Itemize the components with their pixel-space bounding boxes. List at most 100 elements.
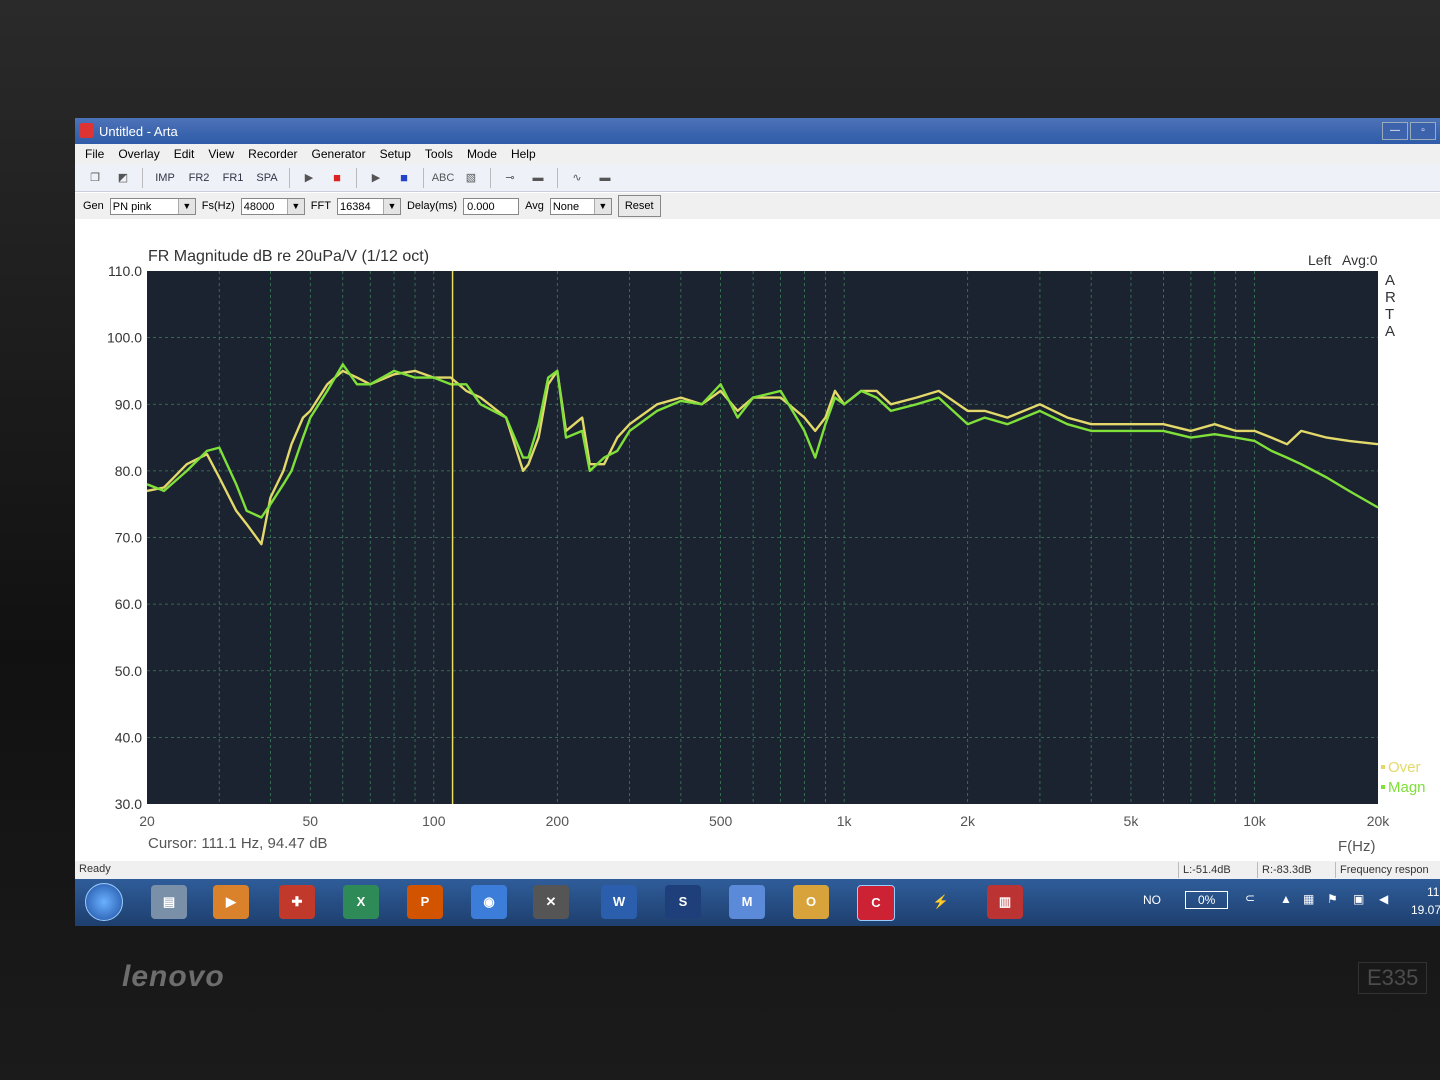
laptop-brand-logo: lenovo [122, 960, 225, 993]
y-tick-label: 70.0 [115, 530, 142, 546]
play-icon[interactable]: ▶ [364, 168, 388, 188]
legend-label-magn: Magn [1388, 779, 1426, 796]
fs-label: Fs(Hz) [201, 200, 235, 212]
file-manager-icon[interactable]: ▤ [151, 885, 187, 919]
frequency-response-chart[interactable]: FR Magnitude dB re 20uPa/V (1/12 oct) Le… [75, 221, 1440, 861]
media-center-icon[interactable]: ◉ [471, 885, 507, 919]
xa-app-icon[interactable]: ✕ [533, 885, 569, 919]
x-tick-label: 500 [709, 813, 733, 829]
minimize-button[interactable]: — [1382, 122, 1408, 140]
language-indicator[interactable]: NO [1143, 893, 1161, 907]
delay-input[interactable]: 0.000 [463, 197, 520, 215]
fft-select[interactable]: 16384 ▼ [336, 197, 401, 215]
x-axis-ticks: 20 50 100 200 500 1k 2k 5k 10k 20k [139, 813, 1390, 829]
toolbar-separator [289, 167, 290, 188]
clock-time[interactable]: 11 [1427, 885, 1439, 899]
avg-count-label: Avg:0 [1342, 252, 1378, 268]
toolbar: ❐ ◩ IMP FR2 FR1 SPA ▶ ■ ▶ ■ ABC ▧ ⊸ ▬ ∿ … [75, 164, 1440, 192]
probe-icon[interactable]: ⊸ [498, 168, 522, 188]
battery-indicator[interactable]: 0% [1185, 891, 1229, 909]
record-play-icon[interactable]: ▶ [297, 168, 321, 188]
screen: Untitled - Arta — ▫ File Overlay Edit Vi… [75, 118, 1440, 926]
imp-mode-button[interactable]: IMP [150, 168, 180, 188]
menu-overlay[interactable]: Overlay [118, 147, 159, 161]
menu-generator[interactable]: Generator [312, 147, 366, 161]
cursor-readout: Cursor: 111.1 Hz, 94.47 dB [148, 835, 328, 852]
fr2-mode-button[interactable]: FR2 [184, 168, 214, 188]
x-tick-label: 20k [1367, 813, 1391, 829]
start-button[interactable] [85, 883, 123, 921]
steps-app-icon[interactable]: ▥ [987, 885, 1023, 919]
fs-select[interactable]: 48000 ▼ [240, 197, 305, 215]
menu-edit[interactable]: Edit [174, 147, 195, 161]
x-tick-label: 5k [1124, 813, 1140, 829]
waveform-icon[interactable]: ∿ [565, 168, 589, 188]
meter-icon[interactable]: ▬ [593, 168, 617, 188]
y-tick-label: 50.0 [115, 663, 142, 679]
y-tick-label: 80.0 [115, 463, 142, 479]
legend-swatch-magn [1381, 785, 1385, 789]
x-tick-label: 100 [422, 813, 446, 829]
network-icon[interactable]: ▦ [1303, 892, 1314, 906]
y-tick-label: 90.0 [115, 396, 142, 412]
maxthon-icon[interactable]: M [729, 885, 765, 919]
stop-red-icon[interactable]: ■ [325, 168, 349, 188]
excel-icon[interactable]: X [343, 885, 379, 919]
security-icon[interactable]: ▣ [1353, 892, 1364, 906]
edit-icon[interactable]: ◩ [111, 168, 135, 188]
generator-value: PN pink [112, 200, 152, 213]
menu-help[interactable]: Help [511, 147, 536, 161]
stop-blue-icon[interactable]: ■ [392, 168, 416, 188]
lightning-icon[interactable]: ⚡ [923, 885, 959, 919]
window-title: Untitled - Arta [99, 124, 178, 139]
device-icon[interactable]: ▬ [526, 168, 550, 188]
menu-recorder[interactable]: Recorder [248, 147, 297, 161]
x-axis-label: F(Hz) [1338, 838, 1376, 855]
arta-side-label: ARTA [1385, 272, 1396, 340]
volume-icon[interactable]: ◀ [1379, 892, 1388, 906]
grid-icon[interactable]: ▧ [459, 168, 483, 188]
generator-select[interactable]: PN pink ▼ [109, 197, 196, 215]
tray-expand-icon[interactable]: ▲ [1280, 892, 1292, 906]
media-player-icon[interactable]: ▶ [213, 885, 249, 919]
chevron-down-icon: ▼ [593, 198, 611, 214]
delay-label: Delay(ms) [406, 200, 458, 212]
power-icon[interactable]: ⊂ [1245, 891, 1255, 905]
chart-title: FR Magnitude dB re 20uPa/V (1/12 oct) [148, 248, 429, 265]
y-tick-label: 30.0 [115, 796, 142, 812]
title-bar: Untitled - Arta — ▫ [75, 118, 1440, 144]
spa-mode-button[interactable]: SPA [252, 168, 282, 188]
menu-view[interactable]: View [208, 147, 234, 161]
side-label-letter: A [1385, 272, 1395, 289]
reset-button[interactable]: Reset [617, 195, 661, 217]
outlook-icon[interactable]: O [793, 885, 829, 919]
menu-setup[interactable]: Setup [380, 147, 411, 161]
y-axis-ticks: 30.0 40.0 50.0 60.0 70.0 80.0 90.0 100.0 110.0 [107, 263, 142, 812]
fr1-mode-button[interactable]: FR1 [218, 168, 248, 188]
maximize-button[interactable]: ▫ [1410, 122, 1436, 140]
arta-app-icon [79, 123, 94, 138]
menu-mode[interactable]: Mode [467, 147, 497, 161]
status-right-level: R:-83.3dB [1257, 862, 1332, 878]
fft-label: FFT [310, 200, 331, 212]
arta-taskbar-icon[interactable]: C [857, 885, 895, 921]
taskbar: ▤ ▶ ✚ X P ◉ ✕ W S M O C ⚡ ▥ NO 0% ⊂ ▲ ▦ … [75, 879, 1440, 926]
clock-date[interactable]: 19.07 [1411, 903, 1440, 917]
x-tick-label: 1k [837, 813, 853, 829]
abc-icon[interactable]: ABC [431, 168, 455, 188]
settings-app-icon[interactable]: ✚ [279, 885, 315, 919]
powerpoint-icon[interactable]: P [407, 885, 443, 919]
word-icon[interactable]: W [601, 885, 637, 919]
chevron-down-icon: ▼ [177, 198, 195, 214]
menu-tools[interactable]: Tools [425, 147, 453, 161]
menu-file[interactable]: File [85, 147, 104, 161]
toolbar-separator [356, 167, 357, 188]
sonos-icon[interactable]: S [665, 885, 701, 919]
avg-label: Avg [525, 200, 544, 212]
side-label-letter: T [1385, 306, 1394, 323]
side-label-letter: A [1385, 323, 1395, 340]
copy-icon[interactable]: ❐ [83, 168, 107, 188]
flag-icon[interactable]: ⚑ [1327, 892, 1338, 906]
fft-value: 16384 [339, 200, 371, 213]
avg-select[interactable]: None ▼ [549, 197, 612, 215]
